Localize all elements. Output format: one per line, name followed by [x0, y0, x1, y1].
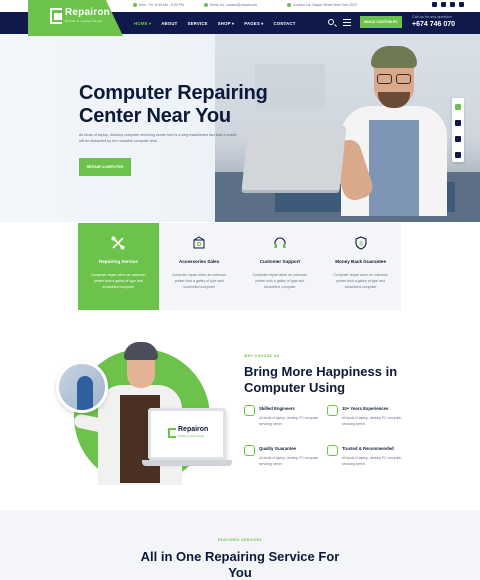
address-info: Contact Us: Staple Street New York 2023: [287, 3, 358, 8]
hours-info: Mon - Fri: 8:00 AM - 6:00 PM: [133, 3, 184, 8]
social-links: [432, 2, 464, 7]
service-card[interactable]: Repairing Service Computer repair when a…: [78, 223, 159, 310]
repair-computer-button[interactable]: REPAIR COMPUTER: [79, 158, 131, 176]
service-card[interactable]: Customer Support Computer repair when an…: [240, 223, 321, 310]
service-desc: Computer repair when an unknown printer …: [333, 273, 388, 289]
trust-icon: [327, 445, 338, 456]
nav-item-shop[interactable]: SHOP: [218, 21, 235, 26]
build-custom-pc-button[interactable]: BUILD CUSTOM PC: [360, 16, 402, 28]
email-info[interactable]: Email Us: contact@repair.com: [204, 3, 257, 8]
hours-text: Mon - Fri: 8:00 AM - 6:00 PM: [139, 3, 184, 7]
tech-face: [127, 356, 155, 388]
clock-icon: [133, 3, 137, 8]
nav-item-home[interactable]: HOME: [134, 21, 151, 26]
logo-mark-icon: [50, 8, 62, 24]
nav-menu: HOME ABOUT SERVICE SHOP PAGES CONTACT: [134, 12, 296, 34]
repair-thumbnail-image: [56, 361, 108, 413]
phone-number[interactable]: +674 746 070: [412, 21, 455, 28]
search-icon[interactable]: [328, 19, 334, 25]
service-card[interactable]: $ Money Back Guarantee Computer repair w…: [320, 223, 401, 310]
logo-tagline: Mobile & Laptop Repair: [65, 19, 103, 23]
service-title: Repairing Service: [98, 259, 138, 264]
call-label: Call us for any question: [412, 15, 452, 19]
logo-mark-icon: [168, 428, 176, 438]
hero-technician-image: [215, 34, 480, 222]
screen-logo-tagline: Mobile & Laptop Repair: [178, 435, 205, 438]
svg-text:$: $: [359, 242, 363, 248]
feature-desc: All kinds of laptop, desktop PC computer…: [342, 416, 402, 426]
service-desc: Computer repair when an unknown printer …: [171, 273, 227, 289]
glasses: [377, 74, 411, 84]
feature-title: 10+ Years Experiences: [342, 406, 389, 411]
hero-title: Computer Repairing Center Near You: [79, 82, 268, 127]
technician-figure: [328, 46, 451, 216]
services-row: Repairing Service Computer repair when a…: [78, 223, 401, 310]
quality-icon: [244, 445, 255, 456]
laptop-screen: Repairon Mobile & Laptop Repair: [148, 408, 226, 460]
box-sale-icon: [193, 236, 205, 249]
logo-text: Repairon: [65, 7, 110, 18]
hero-description: All kinds of laptop, desktop computer se…: [79, 133, 237, 143]
money-shield-icon: $: [355, 236, 367, 250]
apron: [369, 120, 419, 216]
nav-item-contact[interactable]: CONTACT: [273, 21, 295, 26]
tech-cap: [124, 342, 158, 360]
headset-icon: [274, 237, 286, 248]
twitter-icon[interactable]: [441, 2, 446, 7]
nav-item-service[interactable]: SERVICE: [188, 21, 208, 26]
section-label: WHY CHOOSE US: [244, 354, 280, 358]
service-title: Customer Support: [259, 259, 301, 264]
address-text: Contact Us: Staple Street New York 2023: [293, 3, 358, 7]
nav-item-pages[interactable]: PAGES: [244, 21, 263, 26]
beanie: [371, 46, 417, 68]
linkedin-icon[interactable]: [459, 2, 464, 7]
service-card[interactable]: Accessories Sales Computer repair when a…: [159, 223, 240, 310]
floating-sidebar: [452, 98, 464, 162]
service-desc: Computer repair when an unknown printer …: [91, 273, 146, 289]
user-icon[interactable]: [455, 152, 461, 158]
email-text[interactable]: Email Us: contact@repair.com: [210, 3, 257, 7]
section-title: All in One Repairing Service For You: [140, 549, 340, 580]
cart-icon[interactable]: [455, 104, 461, 110]
hero-section: [0, 34, 480, 222]
section-label: FEATURED SERVICES: [217, 538, 263, 542]
service-title: Accessories Sales: [178, 259, 220, 264]
screen-logo-text: Repairon: [178, 426, 209, 433]
feature-title: Trusted & Recommended: [342, 446, 394, 451]
feature-desc: All kinds of laptop, desktop PC computer…: [259, 456, 319, 466]
experience-icon: [327, 405, 338, 416]
location-icon: [287, 3, 291, 8]
pinterest-icon[interactable]: [450, 2, 455, 7]
hamburger-menu-icon[interactable]: [343, 19, 351, 26]
engineer-icon: [244, 405, 255, 416]
laptop: [241, 126, 347, 190]
mail-icon: [204, 3, 208, 8]
feature-desc: All kinds of laptop, desktop PC computer…: [342, 456, 402, 466]
nav-item-about[interactable]: ABOUT: [161, 21, 177, 26]
service-desc: Computer repair when an unknown printer …: [252, 273, 308, 289]
doc-icon[interactable]: [455, 136, 461, 142]
service-title: Money Back Guarantee: [335, 259, 387, 264]
feature-desc: All kinds of laptop, desktop PC computer…: [259, 416, 319, 426]
facebook-icon[interactable]: [432, 2, 437, 7]
chat-icon[interactable]: [455, 120, 461, 126]
feature-title: Quality Guarantee: [259, 446, 297, 451]
feature-title: Skilled Engineers: [259, 406, 295, 411]
tools-icon: [111, 236, 125, 250]
laptop-base: [142, 460, 232, 466]
section-title: Bring More Happiness in Computer Using: [244, 364, 398, 395]
